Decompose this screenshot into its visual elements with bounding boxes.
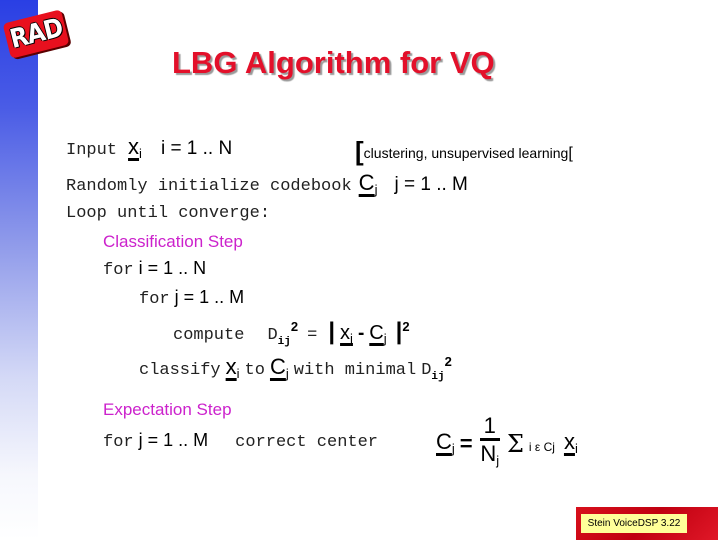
bracket-close: [: [568, 145, 573, 162]
range: j = 1 .. M: [174, 287, 245, 307]
subscript: ij: [277, 336, 291, 348]
subscript: i: [139, 146, 142, 161]
subscript: j: [285, 366, 289, 381]
sum-subscript: i ε Cj: [528, 439, 555, 454]
subscript: i: [236, 366, 240, 381]
expectation-heading: Expectation Step: [103, 400, 232, 419]
to-keyword: to: [244, 361, 265, 380]
superscript: 2: [444, 354, 452, 369]
var: C: [269, 354, 286, 379]
classify-line: classify xi to Cj with minimal Dij 2: [139, 354, 452, 383]
subscript: i: [574, 440, 578, 456]
loop-label: Loop until converge:: [66, 204, 271, 223]
init-range: j = 1 .. M: [394, 174, 468, 195]
input-range: i = 1 .. N: [160, 138, 233, 159]
distance-D: D: [267, 326, 278, 345]
input-note: [clustering, unsupervised learning[: [355, 136, 573, 167]
range: i = 1 .. N: [138, 258, 207, 278]
numerator: 1: [479, 414, 500, 441]
subscript: i: [350, 331, 353, 346]
denominator: Nj: [480, 441, 500, 474]
classification-heading: Classification Step: [103, 232, 243, 251]
expectation-for-line: for j = 1 .. M correct center: [103, 430, 378, 452]
subscript: j: [383, 331, 387, 346]
correct-center-label: correct center: [235, 433, 378, 452]
x-vector: xi: [340, 322, 353, 346]
var: N: [480, 441, 497, 466]
for-keyword: for: [103, 433, 134, 452]
bracket-open: [: [355, 136, 364, 166]
c-vector: C: [270, 354, 286, 379]
distance-D: D: [421, 361, 432, 380]
x-vector: x: [226, 354, 237, 379]
c-vector: Cj: [369, 322, 387, 346]
var: x: [225, 354, 237, 379]
norm-bar-left: |: [328, 318, 336, 345]
equals: =: [307, 326, 318, 345]
with-minimal-text: with minimal: [293, 361, 417, 380]
footer-box: Stein VoiceDSP 3.22: [576, 507, 718, 540]
var: x: [563, 428, 575, 454]
for-j-line: for j = 1 .. M: [139, 287, 244, 309]
sigma-icon: Σ: [506, 430, 524, 458]
input-line: Input xi i = 1 .. N: [66, 134, 232, 161]
var: C: [369, 322, 384, 344]
subscript: j: [374, 182, 378, 197]
note-text: clustering, unsupervised learning: [363, 145, 569, 161]
centroid-formula: Cj = 1 Nj Σ i ε Cj xi: [436, 414, 578, 474]
range: j = 1 .. M: [138, 430, 209, 450]
input-label: Input: [66, 141, 118, 160]
minus: -: [357, 323, 365, 344]
c-vector: C: [436, 429, 452, 454]
fraction: 1 Nj: [479, 414, 500, 474]
x-vector: x: [564, 429, 575, 454]
for-keyword: for: [139, 290, 170, 309]
slide-title: LBG Algorithm for VQ: [172, 45, 495, 80]
var: x: [340, 322, 351, 344]
var: C: [436, 428, 452, 454]
var: C: [358, 170, 375, 195]
subscript: ij: [431, 371, 445, 383]
var: x: [128, 134, 140, 159]
init-label: Randomly initialize codebook: [66, 177, 352, 196]
equals: =: [459, 431, 473, 456]
sidebar-gradient: [0, 0, 38, 540]
superscript: 2: [290, 319, 299, 334]
subscript: j: [451, 440, 455, 456]
footer-label: Stein VoiceDSP 3.22: [581, 514, 687, 533]
for-keyword: for: [103, 261, 134, 280]
superscript: 2: [402, 319, 410, 334]
for-i-line: for i = 1 .. N: [103, 258, 206, 280]
loop-line: Loop until converge:: [66, 201, 270, 223]
logo-text: RAD: [6, 13, 66, 55]
classify-keyword: classify: [139, 361, 221, 380]
init-line: Randomly initialize codebook Cj j = 1 ..…: [66, 170, 468, 197]
subscript: j: [496, 453, 500, 468]
compute-line: compute Dij2 = | xi - Cj |2: [173, 318, 410, 348]
compute-keyword: compute: [173, 326, 245, 345]
c-vector: C: [359, 170, 375, 195]
x-vector: x: [128, 134, 139, 159]
